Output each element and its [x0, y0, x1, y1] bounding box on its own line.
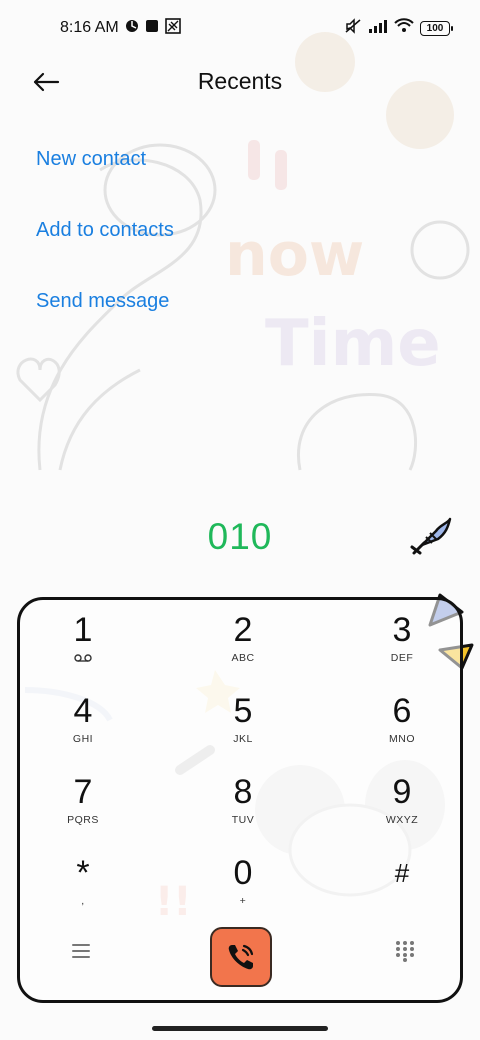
new-contact-link[interactable]: New contact — [36, 148, 146, 171]
dialpad-toggle-button[interactable] — [384, 930, 426, 972]
key-digit: 9 — [392, 773, 412, 811]
send-message-link[interactable]: Send message — [36, 290, 169, 313]
app-header: Recents — [0, 56, 480, 108]
key-digit: 5 — [233, 692, 253, 730]
dialed-number: 010 — [207, 516, 273, 557]
menu-button[interactable] — [60, 930, 102, 972]
key-letters: , — [81, 895, 85, 907]
phone-call-icon — [228, 944, 254, 970]
key-6[interactable]: 6 MNO — [342, 691, 462, 765]
add-to-contacts-link[interactable]: Add to contacts — [36, 219, 174, 242]
voicemail-icon — [74, 650, 92, 668]
svg-text:Time: Time — [265, 307, 441, 381]
key-3[interactable]: 3 DEF — [342, 610, 462, 684]
key-digit: 0 — [233, 854, 253, 892]
mute-icon — [344, 17, 362, 39]
key-8[interactable]: 8 TUV — [183, 772, 303, 846]
battery-level: 100 — [426, 22, 444, 34]
key-digit: * — [76, 854, 90, 892]
key-7[interactable]: 7 PQRS — [23, 772, 143, 846]
square-icon — [145, 19, 159, 38]
page-title: Recents — [197, 68, 283, 94]
key-letters: JKL — [233, 733, 253, 745]
key-9[interactable]: 9 WXYZ — [342, 772, 462, 846]
key-5[interactable]: 5 JKL — [183, 691, 303, 765]
menu-icon — [72, 944, 90, 958]
key-letters: MNO — [389, 733, 415, 745]
location-icon — [125, 19, 139, 38]
key-letters: TUV — [231, 814, 255, 826]
key-digit: 3 — [392, 611, 412, 649]
key-digit: 1 — [73, 611, 93, 649]
key-digit: 2 — [233, 611, 253, 649]
key-1[interactable]: 1 — [23, 610, 143, 684]
key-letters: ABC — [231, 652, 255, 664]
cast-icon — [164, 17, 181, 39]
key-letters: GHI — [72, 733, 94, 745]
dial-pad: 1 2 ABC 3 DEF 4 GHI 5 JKL 6 MNO 7 PQRS 8… — [17, 597, 463, 1003]
key-digit: 8 — [233, 773, 253, 811]
status-bar: 8:16 AM 100 — [0, 0, 480, 56]
signal-icon — [368, 19, 388, 38]
key-digit: # — [394, 858, 410, 888]
key-hash[interactable]: # — [342, 853, 462, 927]
key-digit: 7 — [73, 773, 93, 811]
svg-text:now: now — [225, 220, 364, 290]
key-2[interactable]: 2 ABC — [183, 610, 303, 684]
key-letters: PQRS — [67, 814, 99, 826]
wifi-icon — [394, 18, 414, 38]
call-button[interactable] — [210, 927, 272, 987]
home-indicator[interactable] — [152, 1026, 328, 1031]
battery-icon: 100 — [420, 20, 453, 36]
key-letters: DEF — [390, 652, 414, 664]
key-digit: 4 — [73, 692, 93, 730]
key-star[interactable]: * , — [23, 853, 143, 927]
key-letters: WXYZ — [385, 814, 419, 826]
key-digit: 6 — [392, 692, 412, 730]
key-letters: + — [239, 895, 247, 907]
fish-bone-icon — [410, 515, 452, 562]
key-0[interactable]: 0 + — [183, 853, 303, 927]
key-4[interactable]: 4 GHI — [23, 691, 143, 765]
dialpad-icon — [396, 941, 414, 962]
status-time: 8:16 AM — [60, 19, 119, 36]
